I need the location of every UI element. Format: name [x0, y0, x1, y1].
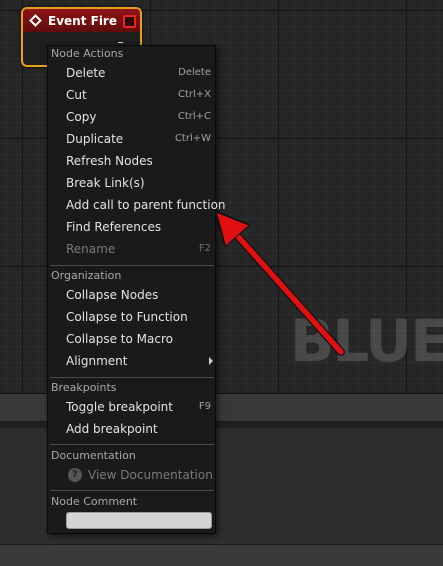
menu-item-cut[interactable]: Cut Ctrl+X: [48, 84, 215, 106]
menu-item-find-references[interactable]: Find References: [48, 216, 215, 238]
menu-item-label: Refresh Nodes: [66, 154, 153, 168]
menu-item-label: Alignment: [66, 354, 128, 368]
menu-item-collapse-to-function[interactable]: Collapse to Function: [48, 306, 215, 328]
delegate-pin-icon[interactable]: [123, 15, 136, 28]
menu-item-add-call-to-parent-function[interactable]: Add call to parent function: [48, 194, 226, 216]
menu-item-duplicate[interactable]: Duplicate Ctrl+W: [48, 128, 215, 150]
menu-item-label: Collapse to Function: [66, 310, 188, 324]
section-title-documentation: Documentation: [51, 449, 136, 462]
menu-separator: [50, 490, 214, 491]
menu-separator: [50, 265, 214, 266]
status-bar: [0, 544, 443, 566]
menu-item-refresh-nodes[interactable]: Refresh Nodes: [48, 150, 215, 172]
menu-item-delete[interactable]: Delete Delete: [48, 62, 215, 84]
menu-item-label: Collapse Nodes: [66, 288, 159, 302]
menu-item-label: Add call to parent function: [66, 198, 226, 212]
menu-item-add-breakpoint[interactable]: Add breakpoint: [48, 418, 215, 440]
submenu-arrow-icon: [209, 357, 213, 365]
menu-item-view-documentation[interactable]: ? View Documentation: [48, 464, 215, 486]
menu-item-toggle-breakpoint[interactable]: Toggle breakpoint F9: [48, 396, 215, 418]
blueprint-watermark: BLUEP: [290, 307, 443, 375]
shortcut-label: F2: [198, 243, 211, 254]
section-title-breakpoints: Breakpoints: [51, 381, 117, 394]
node-title: Event Fire: [48, 13, 117, 28]
menu-item-label: Rename: [66, 242, 116, 256]
event-diamond-icon: [29, 14, 42, 27]
menu-item-label: View Documentation: [88, 468, 213, 482]
menu-item-label: Copy: [66, 110, 97, 124]
section-title-node-comment: Node Comment: [51, 495, 138, 508]
menu-item-label: Collapse to Macro: [66, 332, 173, 346]
shortcut-label: Ctrl+W: [174, 133, 211, 144]
help-icon: ?: [68, 468, 82, 482]
node-context-menu: Node Actions Delete Delete Cut Ctrl+X Co…: [47, 45, 226, 534]
menu-item-label: Delete: [66, 66, 106, 80]
menu-item-copy[interactable]: Copy Ctrl+C: [48, 106, 215, 128]
menu-item-collapse-nodes[interactable]: Collapse Nodes: [48, 284, 215, 306]
menu-item-label: Duplicate: [66, 132, 124, 146]
menu-item-label: Add breakpoint: [66, 422, 158, 436]
menu-item-label: Break Link(s): [66, 176, 145, 190]
menu-item-label: Find References: [66, 220, 162, 234]
section-title-organization: Organization: [51, 269, 122, 282]
shortcut-label: Ctrl+C: [177, 111, 211, 122]
menu-item-rename[interactable]: Rename F2: [48, 238, 215, 260]
node-comment-input[interactable]: [66, 512, 212, 529]
shortcut-label: Delete: [178, 67, 211, 78]
menu-item-label: Cut: [66, 88, 87, 102]
shortcut-label: F9: [198, 401, 211, 412]
menu-item-alignment[interactable]: Alignment: [48, 350, 215, 372]
menu-separator: [50, 444, 214, 445]
menu-item-break-links[interactable]: Break Link(s): [48, 172, 215, 194]
menu-item-collapse-to-macro[interactable]: Collapse to Macro: [48, 328, 215, 350]
menu-item-label: Toggle breakpoint: [66, 400, 173, 414]
menu-separator: [50, 377, 214, 378]
shortcut-label: Ctrl+X: [177, 89, 211, 100]
section-title-node-actions: Node Actions: [51, 47, 124, 60]
